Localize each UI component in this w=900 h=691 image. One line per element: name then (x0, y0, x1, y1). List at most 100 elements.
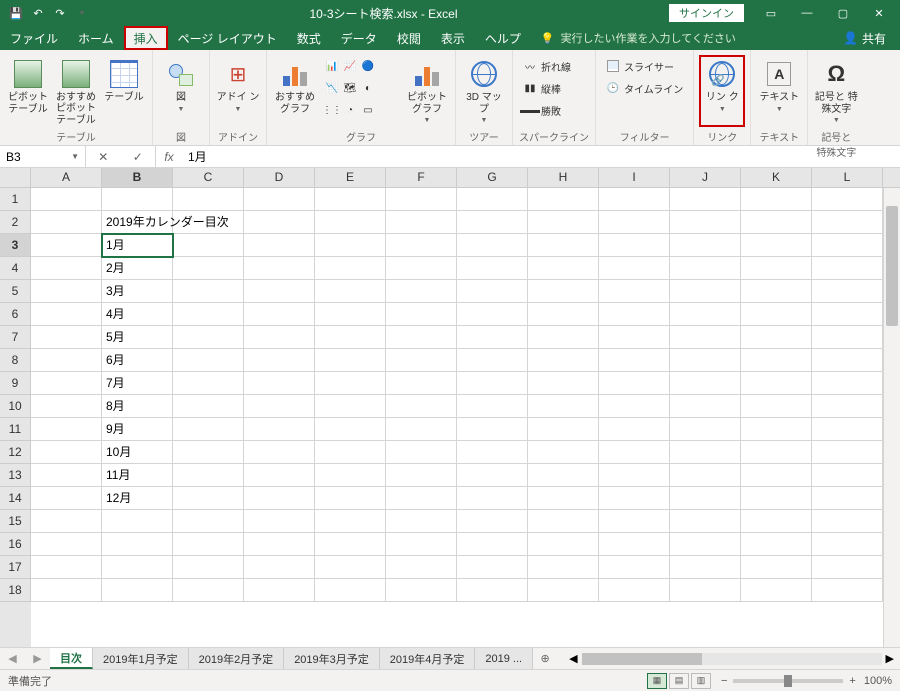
cell-A9[interactable] (31, 372, 102, 395)
cell-L2[interactable] (812, 211, 883, 234)
cell-E9[interactable] (315, 372, 386, 395)
cell-L12[interactable] (812, 441, 883, 464)
ribbon-options-icon[interactable]: ▭ (754, 2, 788, 24)
cell-E12[interactable] (315, 441, 386, 464)
col-header-I[interactable]: I (599, 168, 670, 187)
cell-B5[interactable]: 3月 (102, 280, 173, 303)
close-icon[interactable]: ✕ (862, 2, 896, 24)
cell-K3[interactable] (741, 234, 812, 257)
cell-I2[interactable] (599, 211, 670, 234)
symbols-button[interactable]: Ω記号と 特殊文字▼ (814, 56, 858, 126)
cell-E13[interactable] (315, 464, 386, 487)
cell-K7[interactable] (741, 326, 812, 349)
cell-L1[interactable] (812, 188, 883, 211)
cell-J15[interactable] (670, 510, 741, 533)
cell-B14[interactable]: 12月 (102, 487, 173, 510)
cell-L13[interactable] (812, 464, 883, 487)
cell-K2[interactable] (741, 211, 812, 234)
cell-E17[interactable] (315, 556, 386, 579)
row-header-10[interactable]: 10 (0, 395, 31, 418)
row-header-7[interactable]: 7 (0, 326, 31, 349)
cell-E8[interactable] (315, 349, 386, 372)
cell-C5[interactable] (173, 280, 244, 303)
addins-button[interactable]: ⊞アドイ ン▼ (216, 56, 260, 126)
cell-F6[interactable] (386, 303, 457, 326)
qat-dropdown-icon[interactable]: ▼ (74, 5, 90, 21)
hscroll-right-icon[interactable]: ▶ (886, 652, 894, 665)
cell-H3[interactable] (528, 234, 599, 257)
cell-G12[interactable] (457, 441, 528, 464)
cell-L17[interactable] (812, 556, 883, 579)
cell-D12[interactable] (244, 441, 315, 464)
cell-A2[interactable] (31, 211, 102, 234)
cell-A7[interactable] (31, 326, 102, 349)
cell-F17[interactable] (386, 556, 457, 579)
zoom-in-icon[interactable]: + (849, 675, 855, 687)
cell-K12[interactable] (741, 441, 812, 464)
cell-K1[interactable] (741, 188, 812, 211)
zoom-percent[interactable]: 100% (864, 675, 892, 687)
cell-A13[interactable] (31, 464, 102, 487)
cell-C8[interactable] (173, 349, 244, 372)
tab-home[interactable]: ホーム (68, 26, 124, 50)
cell-F13[interactable] (386, 464, 457, 487)
cell-K17[interactable] (741, 556, 812, 579)
sheet-tab[interactable]: 2019 ... (475, 648, 533, 669)
line-chart-icon[interactable]: 📉🗺◐ (321, 78, 401, 98)
cell-C12[interactable] (173, 441, 244, 464)
cell-F15[interactable] (386, 510, 457, 533)
cell-I10[interactable] (599, 395, 670, 418)
recommended-pivottables-button[interactable]: おすすめ ピボットテーブル (54, 56, 98, 126)
cell-C1[interactable] (173, 188, 244, 211)
vscroll-thumb[interactable] (886, 206, 898, 326)
cell-I9[interactable] (599, 372, 670, 395)
cell-G1[interactable] (457, 188, 528, 211)
cell-D18[interactable] (244, 579, 315, 602)
cell-E1[interactable] (315, 188, 386, 211)
row-header-5[interactable]: 5 (0, 280, 31, 303)
cell-D7[interactable] (244, 326, 315, 349)
cell-D13[interactable] (244, 464, 315, 487)
cell-D5[interactable] (244, 280, 315, 303)
cell-J16[interactable] (670, 533, 741, 556)
cell-H9[interactable] (528, 372, 599, 395)
select-all-corner[interactable] (0, 168, 31, 187)
cell-G5[interactable] (457, 280, 528, 303)
cell-L5[interactable] (812, 280, 883, 303)
row-header-16[interactable]: 16 (0, 533, 31, 556)
namebox-dropdown-icon[interactable]: ▼ (71, 152, 79, 161)
sheet-prev-icon[interactable]: ◀ (8, 652, 16, 665)
sheet-next-icon[interactable]: ▶ (33, 652, 41, 665)
cell-I4[interactable] (599, 257, 670, 280)
cell-K4[interactable] (741, 257, 812, 280)
cell-C6[interactable] (173, 303, 244, 326)
cell-F11[interactable] (386, 418, 457, 441)
cell-D9[interactable] (244, 372, 315, 395)
cell-F10[interactable] (386, 395, 457, 418)
cell-C18[interactable] (173, 579, 244, 602)
cell-G16[interactable] (457, 533, 528, 556)
cell-A4[interactable] (31, 257, 102, 280)
maximize-icon[interactable]: ▢ (826, 2, 860, 24)
hscroll-thumb[interactable] (582, 653, 702, 665)
cell-B10[interactable]: 8月 (102, 395, 173, 418)
cell-C3[interactable] (173, 234, 244, 257)
row-header-14[interactable]: 14 (0, 487, 31, 510)
cell-F18[interactable] (386, 579, 457, 602)
cancel-icon[interactable]: ✕ (98, 150, 108, 164)
sheet-tab[interactable]: 2019年2月予定 (189, 648, 285, 669)
cell-G7[interactable] (457, 326, 528, 349)
row-header-4[interactable]: 4 (0, 257, 31, 280)
col-header-A[interactable]: A (31, 168, 102, 187)
cell-H4[interactable] (528, 257, 599, 280)
cell-C11[interactable] (173, 418, 244, 441)
cell-L14[interactable] (812, 487, 883, 510)
slicer-button[interactable]: スライサー (602, 56, 687, 76)
enter-icon[interactable]: ✓ (133, 150, 143, 164)
cell-A11[interactable] (31, 418, 102, 441)
cell-B7[interactable]: 5月 (102, 326, 173, 349)
cell-B12[interactable]: 10月 (102, 441, 173, 464)
cell-I13[interactable] (599, 464, 670, 487)
cell-B18[interactable] (102, 579, 173, 602)
cell-C17[interactable] (173, 556, 244, 579)
